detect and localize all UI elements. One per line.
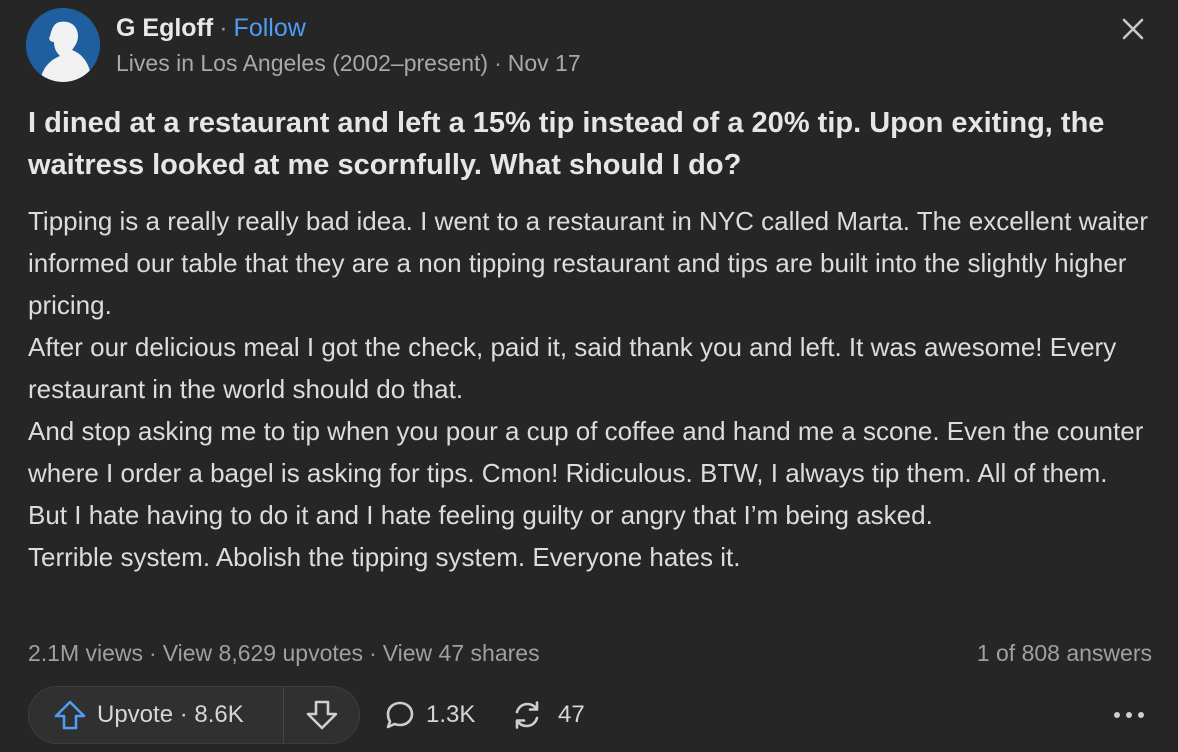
question-title[interactable]: I dined at a restaurant and left a 15% t… bbox=[28, 102, 1138, 186]
author-meta: G Egloff · Follow Lives in Los Angeles (20… bbox=[116, 12, 581, 78]
separator-dot: · bbox=[494, 50, 502, 76]
answer-paragraph: Terrible system. Abolish the tipping sys… bbox=[28, 542, 741, 572]
close-button[interactable] bbox=[1118, 14, 1148, 44]
share-cycle-icon bbox=[515, 701, 539, 729]
answer-paragraph: And stop asking me to tip when you pour … bbox=[28, 416, 1144, 530]
separator-dot: · bbox=[219, 14, 228, 42]
views-count: 2.1M views bbox=[28, 640, 144, 666]
answer-position[interactable]: 1 of 808 answers bbox=[977, 636, 1152, 670]
vote-pill: Upvote · 8.6K bbox=[28, 686, 360, 744]
upvote-button[interactable]: Upvote · 8.6K bbox=[29, 687, 283, 743]
share-button[interactable]: 47 bbox=[510, 686, 585, 744]
answer-paragraph: Tipping is a really really bad idea. I w… bbox=[28, 206, 1148, 320]
avatar-silhouette-icon bbox=[26, 8, 100, 82]
separator-dot: · bbox=[149, 640, 157, 666]
view-shares-link[interactable]: View 47 shares bbox=[383, 640, 540, 666]
answer-stats: 2.1M views · View 8,629 upvotes · View 47 sh… bbox=[28, 636, 1152, 670]
comments-count: 1.3K bbox=[426, 701, 476, 728]
avatar[interactable] bbox=[26, 8, 100, 82]
post-date[interactable]: Nov 17 bbox=[508, 50, 581, 76]
comment-button[interactable]: 1.3K bbox=[384, 686, 475, 744]
author-credential[interactable]: Lives in Los Angeles (2002–present) bbox=[116, 50, 488, 76]
answer-header: G Egloff · Follow Lives in Los Angeles (20… bbox=[26, 8, 581, 82]
shares-count: 47 bbox=[558, 701, 585, 728]
answer-body: Tipping is a really really bad idea. I w… bbox=[28, 200, 1153, 578]
answer-paragraph: After our delicious meal I got the check… bbox=[28, 332, 1117, 404]
view-upvotes-link[interactable]: View 8,629 upvotes bbox=[163, 640, 363, 666]
separator-dot: · bbox=[369, 640, 377, 666]
action-bar: Upvote · 8.6K 1.3K 47 bbox=[28, 686, 1152, 746]
more-options-button[interactable] bbox=[1106, 686, 1152, 744]
author-name[interactable]: G Egloff bbox=[116, 14, 213, 42]
follow-button[interactable]: Follow bbox=[234, 14, 306, 42]
author-row: G Egloff · Follow bbox=[116, 12, 581, 44]
credential-row: Lives in Los Angeles (2002–present) · Nov … bbox=[116, 48, 581, 78]
comment-bubble-icon bbox=[386, 701, 414, 729]
more-dots-icon bbox=[1114, 712, 1144, 718]
arrow-down-icon bbox=[306, 700, 337, 730]
downvote-button[interactable] bbox=[284, 687, 359, 743]
arrow-up-icon bbox=[54, 700, 86, 730]
close-icon bbox=[1122, 18, 1144, 40]
upvote-label: Upvote · 8.6K bbox=[97, 701, 244, 728]
